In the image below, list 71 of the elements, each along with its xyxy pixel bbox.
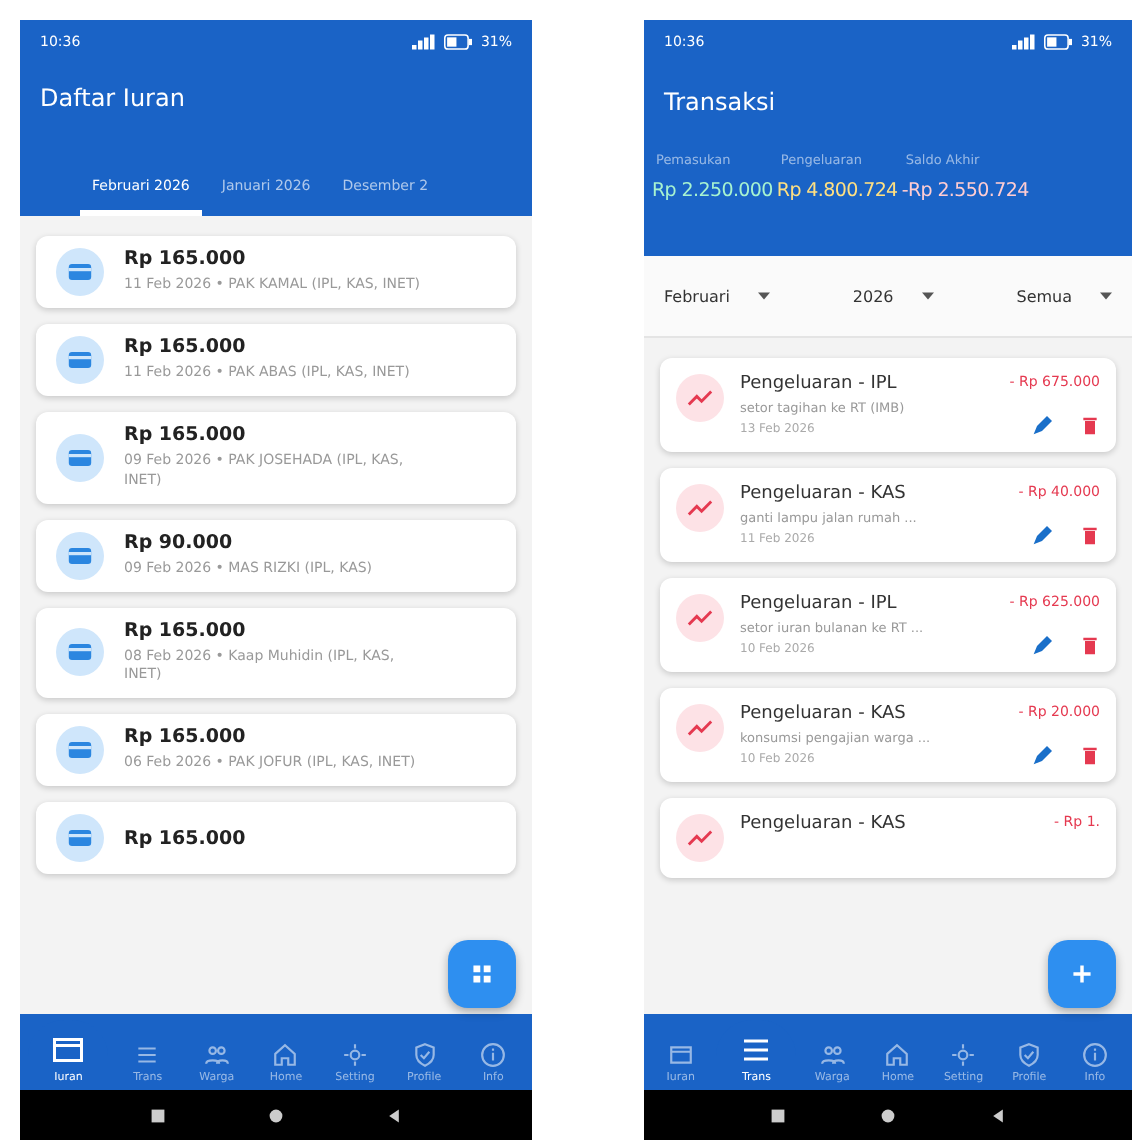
trend-icon xyxy=(676,484,724,532)
home-button-icon[interactable] xyxy=(267,1107,284,1123)
card-icon xyxy=(56,248,104,296)
people-icon xyxy=(203,1042,230,1068)
plus-icon xyxy=(1070,962,1094,986)
home-icon xyxy=(884,1042,911,1068)
fab-button[interactable] xyxy=(448,940,516,1008)
people-icon xyxy=(819,1042,846,1068)
filter-dropdown[interactable]: Semua xyxy=(1008,279,1120,313)
card-icon xyxy=(56,336,104,384)
screen-title: Daftar Iuran xyxy=(38,82,187,116)
shield-icon xyxy=(411,1042,438,1068)
delete-icon[interactable] xyxy=(1080,526,1100,546)
edit-icon[interactable] xyxy=(1032,636,1052,656)
delete-icon[interactable] xyxy=(1080,746,1100,766)
trend-icon xyxy=(676,374,724,422)
caret-icon xyxy=(757,292,770,300)
dues-amount: Rp 165.000 xyxy=(124,827,246,850)
back-icon[interactable] xyxy=(989,1107,1006,1123)
settings-icon xyxy=(342,1042,369,1068)
home-button-icon[interactable] xyxy=(879,1107,896,1123)
delete-icon[interactable] xyxy=(1080,416,1100,436)
dues-amount: Rp 165.000 xyxy=(124,619,248,642)
card-icon xyxy=(667,1042,694,1068)
settings-icon xyxy=(950,1042,977,1068)
card-icon xyxy=(56,726,104,775)
transaction-title: Pengeluaran - KAS xyxy=(740,704,908,724)
transaction-title: Pengeluaran - KAS xyxy=(740,814,908,834)
summary-value: Rp 4.800.724 xyxy=(776,180,898,202)
dues-amount: Rp 165.000 xyxy=(124,336,248,359)
card-icon xyxy=(56,433,104,482)
summary-value: -Rp 2.550.724 xyxy=(901,180,1029,202)
signal-icon xyxy=(1012,34,1037,50)
summary-value: Rp 2.250.000 xyxy=(652,180,773,202)
recents-icon[interactable] xyxy=(150,1107,167,1123)
transaction-title: Pengeluaran - IPL xyxy=(740,594,899,614)
transaction-title: Pengeluaran - KAS xyxy=(740,484,908,504)
recents-icon[interactable] xyxy=(770,1107,787,1123)
trend-icon xyxy=(676,704,724,752)
filter-dropdown[interactable]: 2026 xyxy=(844,279,942,313)
edit-icon[interactable] xyxy=(1032,416,1052,436)
dues-amount: Rp 165.000 xyxy=(124,424,248,446)
caret-icon xyxy=(921,292,934,300)
screen-title: Transaksi xyxy=(662,86,778,120)
edit-icon[interactable] xyxy=(1032,746,1052,766)
shield-icon xyxy=(1016,1042,1043,1068)
battery-icon xyxy=(1044,34,1073,50)
home-icon xyxy=(272,1042,299,1068)
dues-amount: Rp 165.000 xyxy=(124,726,248,749)
edit-icon[interactable] xyxy=(1032,526,1052,546)
card-icon xyxy=(56,628,104,677)
caret-icon xyxy=(1100,292,1112,300)
grid-icon xyxy=(470,962,494,986)
list-icon xyxy=(134,1042,161,1068)
trend-icon xyxy=(676,814,724,862)
card-icon xyxy=(56,814,104,863)
dues-amount: Rp 165.000 xyxy=(124,248,248,271)
signal-icon xyxy=(412,34,437,50)
fab-button[interactable] xyxy=(1048,940,1116,1008)
info-icon xyxy=(1081,1042,1108,1068)
card-icon xyxy=(56,531,104,580)
info-icon xyxy=(480,1042,507,1068)
dues-card[interactable]: Rp 165.000 xyxy=(36,802,516,875)
delete-icon[interactable] xyxy=(1080,636,1100,656)
filter-dropdown[interactable]: Februari xyxy=(656,279,778,313)
card-icon xyxy=(50,1032,87,1068)
transaction-title: Pengeluaran - IPL xyxy=(740,374,899,394)
dues-amount: Rp 90.000 xyxy=(124,531,235,554)
trend-icon xyxy=(676,594,724,642)
back-icon[interactable] xyxy=(385,1107,402,1123)
battery-icon xyxy=(444,34,473,50)
